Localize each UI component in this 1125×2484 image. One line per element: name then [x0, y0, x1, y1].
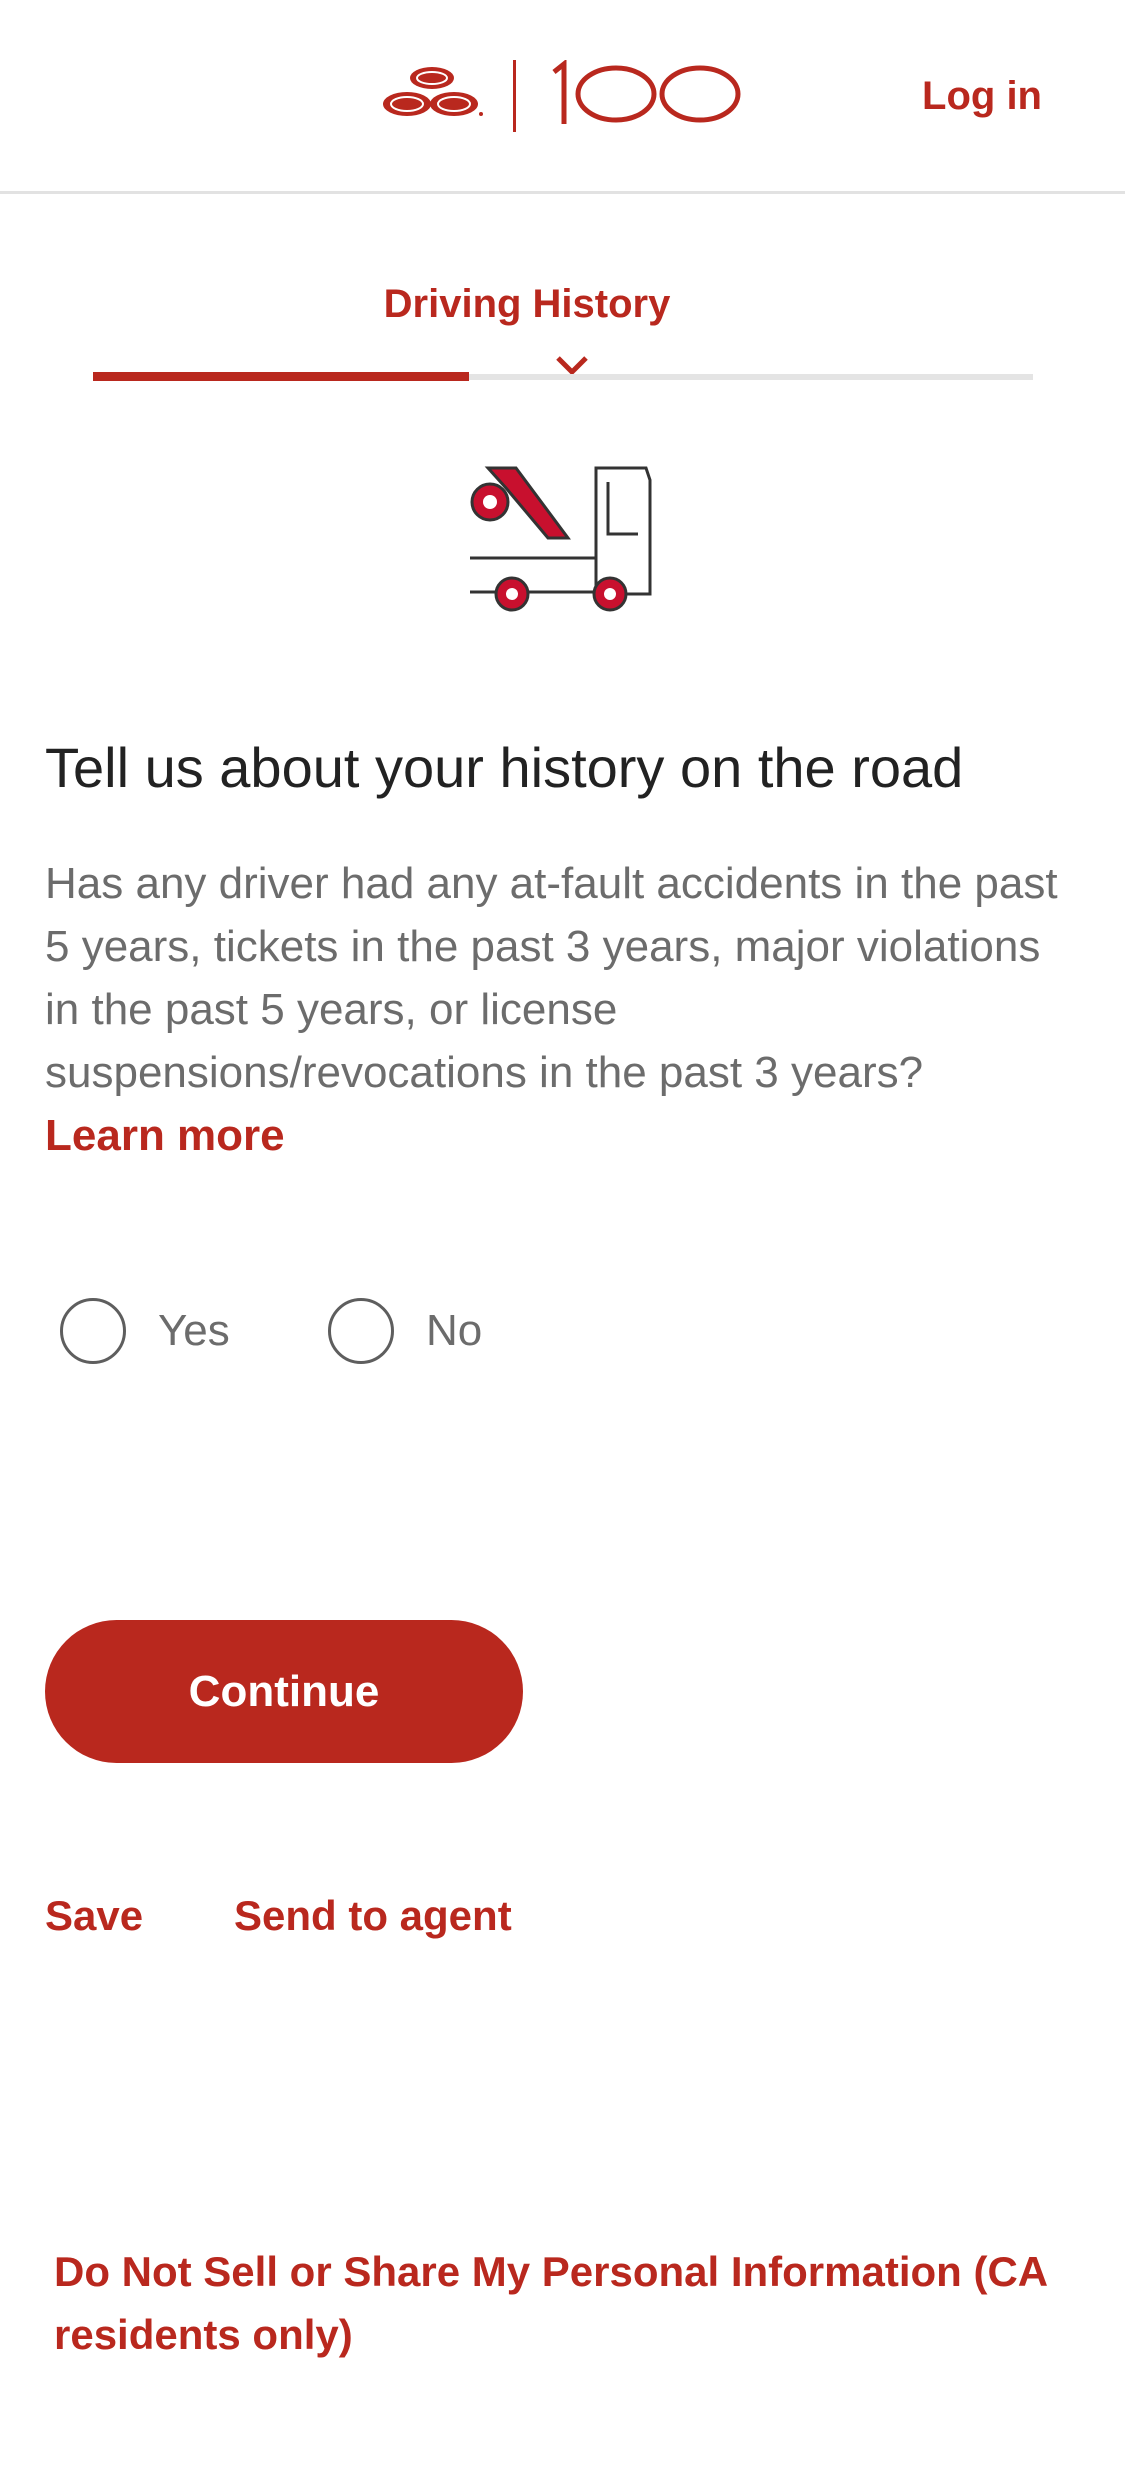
radio-no-label[interactable]: No — [426, 1306, 482, 1356]
radio-yes-circle[interactable] — [60, 1298, 126, 1364]
logo-100-mark — [552, 60, 741, 124]
tow-truck-icon — [470, 466, 652, 612]
brand-logo-icon — [383, 67, 483, 116]
question-description: Has any driver had any at-fault accident… — [45, 852, 1085, 1167]
progress-bar — [93, 372, 1033, 381]
continue-button[interactable]: Continue — [45, 1620, 523, 1763]
radio-no-circle[interactable] — [328, 1298, 394, 1364]
learn-more-link[interactable]: Learn more — [45, 1104, 1085, 1167]
radio-yes-label[interactable]: Yes — [158, 1306, 230, 1356]
privacy-opt-out-link[interactable]: Do Not Sell or Share My Personal Informa… — [54, 2240, 1054, 2366]
send-to-agent-link[interactable]: Send to agent — [234, 1892, 512, 1940]
login-link[interactable]: Log in — [922, 74, 1042, 119]
progress-bar-fill — [93, 372, 469, 381]
step-title: Driving History — [383, 282, 671, 326]
radio-no[interactable]: No — [328, 1296, 482, 1366]
question-heading: Tell us about your history on the road — [45, 736, 964, 799]
save-link[interactable]: Save — [45, 1892, 143, 1940]
question-description-text: Has any driver had any at-fault accident… — [45, 859, 1058, 1097]
radio-yes[interactable]: Yes — [60, 1296, 230, 1366]
app-header: Log in — [0, 0, 1125, 194]
logo-divider — [513, 60, 516, 132]
